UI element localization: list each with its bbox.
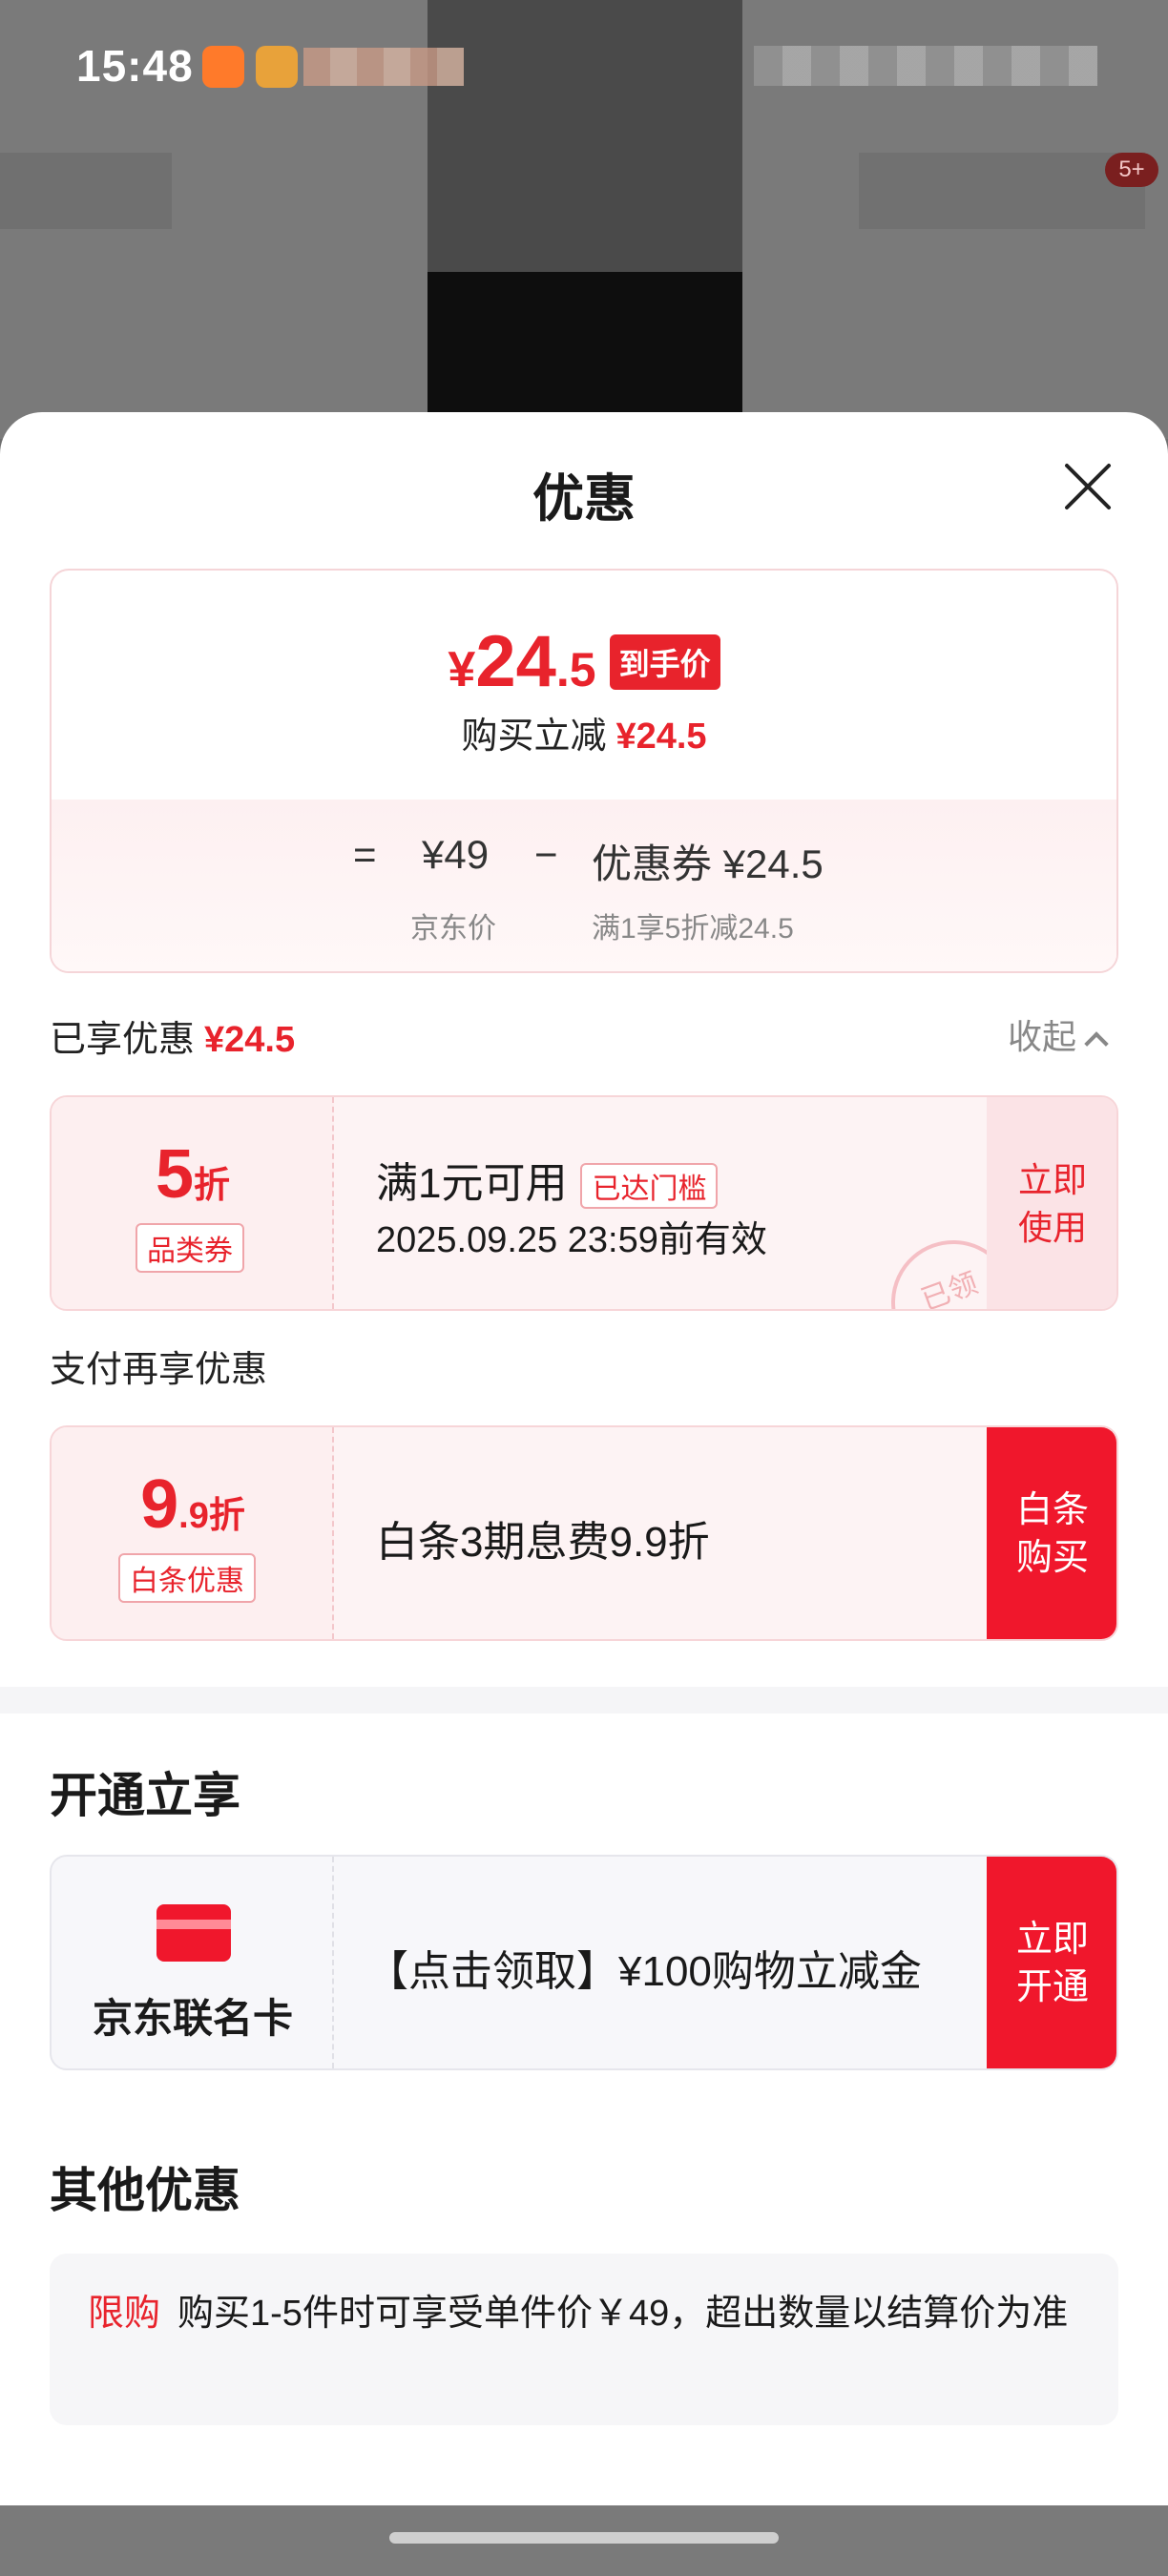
formula-equals: = bbox=[353, 832, 377, 877]
price-breakdown: = ¥49 − 优惠券 ¥24.5 京东价 满1享5折减24.5 bbox=[52, 800, 1116, 971]
baitiao-description: 白条3期息费9.9折 bbox=[376, 1519, 710, 1566]
credit-card-icon bbox=[156, 1904, 231, 1962]
instant-discount-label: 购买立减 bbox=[461, 717, 607, 757]
open-section-title: 开通立享 bbox=[50, 1769, 240, 1822]
enjoyed-discount: 已享优惠 ¥24.5 bbox=[50, 1009, 295, 1062]
sheet-title: 优惠 bbox=[532, 470, 636, 528]
purchase-limit-text: 购买1-5件时可享受单件价￥49，超出数量以结算价为准 bbox=[177, 2294, 1069, 2334]
final-price-row: ¥24.5 到手价 bbox=[52, 620, 1116, 703]
collapse-label: 收起 bbox=[1008, 1017, 1077, 1056]
final-price: ¥24.5 bbox=[448, 621, 596, 702]
price-summary-card: ¥24.5 到手价 购买立减 ¥24.5 = ¥49 − 优惠券 ¥24.5 京东价… bbox=[50, 569, 1118, 973]
co-branded-card-offer: 京东联名卡 【点击领取】¥100购物立减金 立即 开通 bbox=[50, 1855, 1118, 2070]
co-branded-card-panel: 京东联名卡 bbox=[52, 1857, 334, 2068]
enjoyed-amount: ¥24.5 bbox=[204, 1020, 296, 1060]
background-panel-left bbox=[0, 153, 172, 229]
price-summary-top: ¥24.5 到手价 购买立减 ¥24.5 bbox=[52, 571, 1116, 800]
coupon-deduction: 优惠券 ¥24.5 bbox=[592, 841, 824, 886]
baitiao-rate: 9.9折 bbox=[140, 1466, 245, 1543]
section-divider bbox=[0, 1687, 1168, 1714]
status-bar: 15:48 bbox=[0, 0, 1168, 134]
category-coupon-card: 5折 品类券 满1元可用 已达门槛 2025.09.25 23:59前有效 已领 … bbox=[50, 1095, 1118, 1311]
baitiao-buy-button[interactable]: 白条 购买 bbox=[987, 1427, 1116, 1639]
background-panel-right bbox=[859, 153, 1145, 229]
final-price-tag: 到手价 bbox=[609, 634, 720, 690]
status-time: 15:48 bbox=[76, 41, 194, 91]
collapse-button[interactable]: 收起 bbox=[1008, 1009, 1109, 1059]
purchase-limit-tag: 限购 bbox=[88, 2294, 161, 2334]
baitiao-type-label: 白条优惠 bbox=[118, 1553, 256, 1603]
co-branded-card-name: 京东联名卡 bbox=[92, 1996, 293, 2041]
open-now-button[interactable]: 立即 开通 bbox=[987, 1857, 1116, 2068]
baitiao-offer-card: 9.9折 白条优惠 白条3期息费9.9折 白条 购买 bbox=[50, 1425, 1118, 1641]
coupon-type-label: 品类券 bbox=[136, 1223, 244, 1273]
discount-sheet: 优惠 ¥24.5 到手价 购买立减 ¥24.5 = ¥49 − 优惠券 ¥24.5 … bbox=[0, 412, 1168, 2576]
notification-badge: 5+ bbox=[1105, 153, 1158, 187]
coupon-deduction-label: 满1享5折减24.5 bbox=[592, 913, 794, 945]
other-section-title: 其他优惠 bbox=[50, 2164, 240, 2217]
coupon-condition: 满1元可用 已达门槛 bbox=[376, 1149, 719, 1210]
home-indicator[interactable] bbox=[389, 2532, 779, 2544]
coupon-validity: 2025.09.25 23:59前有效 bbox=[376, 1220, 767, 1260]
co-branded-card-description: 【点击领取】¥100购物立减金 bbox=[366, 1948, 922, 1995]
notification-app-icon bbox=[202, 46, 244, 88]
pay-section-label: 支付再享优惠 bbox=[50, 1350, 268, 1390]
purchase-limit-note: 限购 购买1-5件时可享受单件价￥49，超出数量以结算价为准 bbox=[50, 2254, 1118, 2425]
formula-minus: − bbox=[534, 832, 558, 877]
notification-app-icon-2 bbox=[256, 46, 298, 88]
coupon-rate: 5折 bbox=[155, 1136, 231, 1213]
close-button[interactable] bbox=[1057, 456, 1118, 517]
blurred-status-icons bbox=[303, 48, 464, 86]
baitiao-rate-panel: 9.9折 白条优惠 bbox=[52, 1427, 334, 1639]
threshold-met-tag: 已达门槛 bbox=[580, 1163, 719, 1210]
jd-price-label: 京东价 bbox=[410, 913, 496, 945]
blurred-system-icons bbox=[754, 46, 1097, 86]
enjoyed-label: 已享优惠 bbox=[50, 1020, 196, 1060]
coupon-rate-panel: 5折 品类券 bbox=[52, 1097, 334, 1309]
close-icon bbox=[1065, 464, 1111, 509]
instant-discount-row: 购买立减 ¥24.5 bbox=[52, 706, 1116, 758]
chevron-up-icon bbox=[1084, 1031, 1109, 1056]
instant-discount-amount: ¥24.5 bbox=[615, 717, 707, 757]
use-coupon-button[interactable]: 立即 使用 bbox=[987, 1097, 1116, 1309]
price-formula: = ¥49 − 优惠券 ¥24.5 bbox=[52, 832, 1116, 889]
jd-price: ¥49 bbox=[422, 832, 490, 877]
